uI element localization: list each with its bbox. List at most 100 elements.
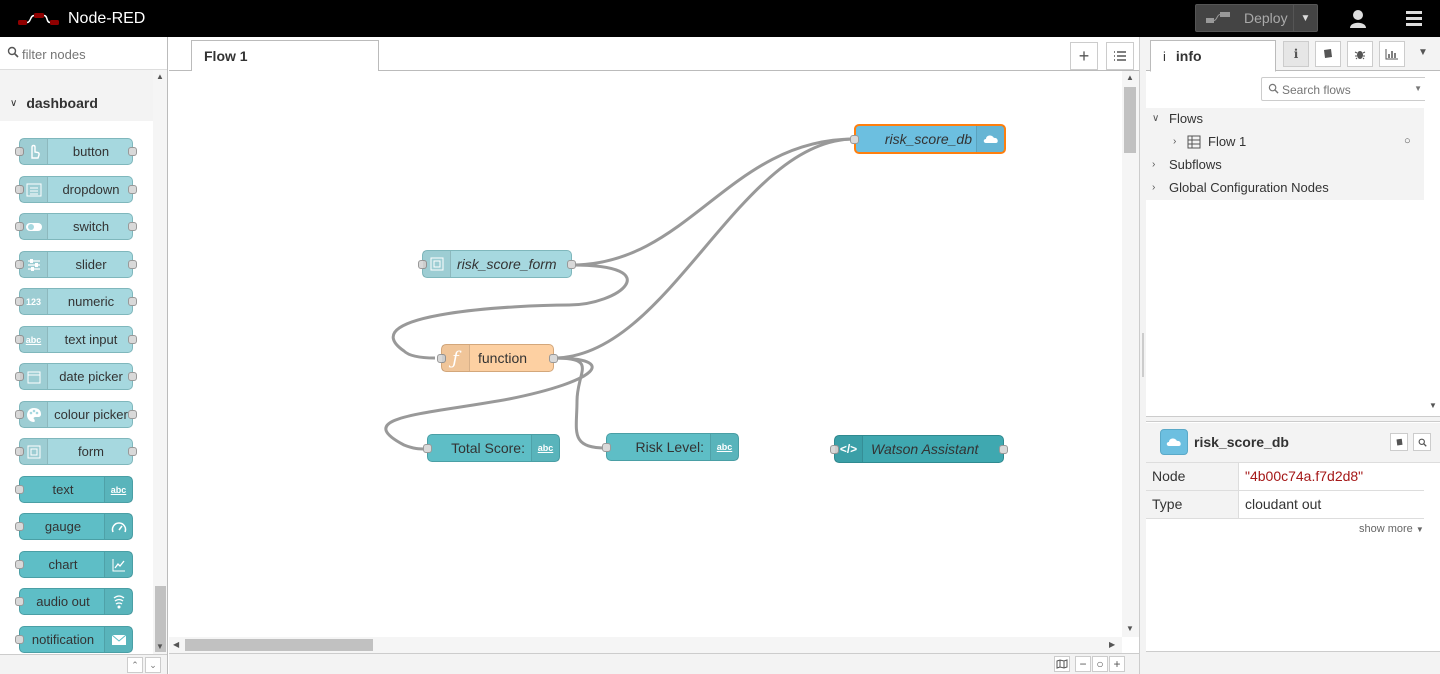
palette-node-list: button dropdown switch slider 123 numeri…	[0, 121, 153, 654]
palette-node-date-picker[interactable]: date picker	[15, 363, 137, 390]
scroll-left-icon[interactable]: ◀	[173, 640, 179, 649]
zoom-in-icon[interactable]: +	[1109, 656, 1125, 672]
resize-grip[interactable]	[1142, 333, 1144, 377]
abc-icon: abc	[531, 435, 559, 461]
wire-function-to-risk[interactable]	[553, 356, 607, 450]
filter-nodes-input[interactable]	[22, 45, 162, 63]
palette-node-label: chart	[48, 557, 78, 572]
expand-all-icon[interactable]: ⌄	[145, 657, 161, 673]
canvas-vertical-scroll-thumb[interactable]	[1124, 87, 1136, 153]
workspace-tab-bar: Flow 1 +	[169, 37, 1139, 72]
tab-flow-1[interactable]: Flow 1	[191, 40, 379, 72]
scroll-down-icon[interactable]: ▼	[156, 642, 164, 651]
palette-node-button[interactable]: button	[15, 138, 137, 165]
tree-row-subflows[interactable]: › Subflows	[1146, 154, 1424, 176]
tree-row-global-config[interactable]: › Global Configuration Nodes	[1146, 177, 1424, 199]
deploy-button[interactable]: Deploy ▼	[1195, 4, 1318, 32]
debug-bug-icon[interactable]	[1347, 41, 1373, 67]
palette-node-label: button	[72, 144, 110, 159]
sidebar-section-divider[interactable]	[1146, 416, 1440, 422]
scroll-right-icon[interactable]: ▶	[1109, 640, 1115, 649]
scroll-up-icon[interactable]: ▲	[156, 72, 164, 81]
palette-node-text[interactable]: text abc	[15, 476, 133, 503]
palette-scrollbar[interactable]: ▲ ▼	[153, 70, 167, 654]
flow-node-total-score[interactable]: Total Score: abc	[423, 434, 560, 462]
user-icon[interactable]	[1344, 6, 1372, 32]
sidebar-scrollbar[interactable]: ▼	[1425, 71, 1440, 415]
flow-node-risk-level[interactable]: Risk Level: abc	[602, 433, 739, 461]
tab-info[interactable]: i info	[1150, 40, 1276, 72]
canvas-horizontal-scrollbar[interactable]: ◀ ▶	[169, 637, 1122, 653]
add-flow-icon[interactable]: +	[1070, 42, 1098, 70]
output-port	[549, 354, 558, 363]
info-tab-icon[interactable]: i	[1283, 41, 1309, 67]
workspace-footer: − ○ +	[169, 653, 1139, 674]
palette-node-audio-out[interactable]: audio out	[15, 588, 133, 615]
node-help-book-icon[interactable]	[1390, 433, 1408, 451]
audio-icon	[104, 589, 132, 614]
show-more-link[interactable]: show more ▼	[1359, 523, 1424, 535]
scroll-down-icon[interactable]: ▼	[1126, 624, 1134, 633]
palette-node-label: date picker	[59, 369, 123, 384]
zoom-out-icon[interactable]: −	[1075, 656, 1091, 672]
palette-node-label: form	[78, 444, 104, 459]
palette-node-dropdown[interactable]: dropdown	[15, 176, 137, 203]
node-label: risk_score_db	[884, 131, 972, 147]
chevron-right-icon: ›	[1152, 182, 1156, 193]
search-flows-input[interactable]	[1282, 82, 1412, 98]
list-flows-icon[interactable]	[1106, 42, 1134, 70]
palette-node-label: numeric	[67, 294, 115, 309]
canvas-vertical-scrollbar[interactable]: ▲ ▼	[1122, 71, 1139, 637]
sidebar: iinfo i ▼ ▼ ∨ Flows › Flow 1 ○ › S	[1146, 37, 1440, 674]
zoom-reset-icon[interactable]: ○	[1092, 656, 1108, 672]
flow-icon	[1187, 135, 1201, 149]
canvas-horizontal-scroll-thumb[interactable]	[185, 639, 373, 651]
prop-value-node-id[interactable]: "4b00c74a.f7d2d8"	[1245, 468, 1363, 484]
palette-category-dashboard[interactable]: ∨ dashboard	[0, 87, 153, 119]
output-port	[128, 147, 137, 156]
wire-function-to-db[interactable]	[553, 137, 855, 360]
main-menu-icon[interactable]	[1400, 8, 1428, 30]
wires-layer	[384, 137, 855, 451]
wire-form-to-db[interactable]	[571, 137, 855, 267]
flow-node-risk-score-form[interactable]: risk_score_form	[418, 250, 576, 278]
palette-node-label: switch	[72, 219, 110, 234]
search-node-icon[interactable]	[1413, 433, 1431, 451]
scroll-down-icon[interactable]: ▼	[1429, 401, 1437, 410]
node-palette: ∨ dashboard button dropdown switch slide…	[0, 37, 168, 674]
dashboard-chart-icon[interactable]	[1379, 41, 1405, 67]
tree-label: Flows	[1169, 111, 1203, 126]
palette-node-form[interactable]: form	[15, 438, 137, 465]
palette-node-switch[interactable]: switch	[15, 213, 137, 240]
sidebar-menu-caret-icon[interactable]: ▼	[1418, 47, 1428, 58]
flow-node-function[interactable]: ƒ function	[437, 344, 558, 372]
tree-row-flows[interactable]: ∨ Flows	[1146, 108, 1424, 130]
abc-icon: abc	[710, 434, 738, 460]
palette-node-label: audio out	[36, 594, 90, 609]
sliders-icon	[20, 252, 48, 277]
flow-node-risk-score-db[interactable]: risk_score_db	[850, 124, 1006, 154]
palette-node-slider[interactable]: slider	[15, 251, 137, 278]
search-options-caret-icon[interactable]: ▼	[1414, 84, 1422, 93]
palette-node-notification[interactable]: notification	[15, 626, 133, 653]
scroll-up-icon[interactable]: ▲	[1126, 73, 1134, 82]
code-icon: </>	[835, 436, 863, 462]
flow-status-circle-icon[interactable]: ○	[1404, 130, 1411, 152]
flow-canvas[interactable]: risk_score_db risk_score_form ƒ function…	[169, 71, 1122, 637]
palette-node-chart[interactable]: chart	[15, 551, 133, 578]
output-port	[128, 410, 137, 419]
sidebar-tab-bar: i info i ▼	[1146, 37, 1440, 72]
navigator-map-icon[interactable]	[1054, 656, 1070, 672]
palette-node-colour-picker[interactable]: colour picker	[15, 401, 137, 428]
output-port	[128, 222, 137, 231]
collapse-all-icon[interactable]: ⌃	[127, 657, 143, 673]
flow-node-watson-assistant[interactable]: </> Watson Assistant	[830, 435, 1008, 463]
book-icon[interactable]	[1315, 41, 1341, 67]
palette-node-numeric[interactable]: 123 numeric	[15, 288, 137, 315]
chevron-down-icon: ∨	[1152, 113, 1160, 124]
tree-row-flow-1[interactable]: › Flow 1 ○	[1146, 131, 1424, 153]
palette-node-text-input[interactable]: abc text input	[15, 326, 137, 353]
deploy-menu-caret-icon[interactable]: ▼	[1293, 5, 1317, 31]
palette-node-gauge[interactable]: gauge	[15, 513, 133, 540]
sidebar-resize-handle[interactable]	[1139, 37, 1146, 674]
